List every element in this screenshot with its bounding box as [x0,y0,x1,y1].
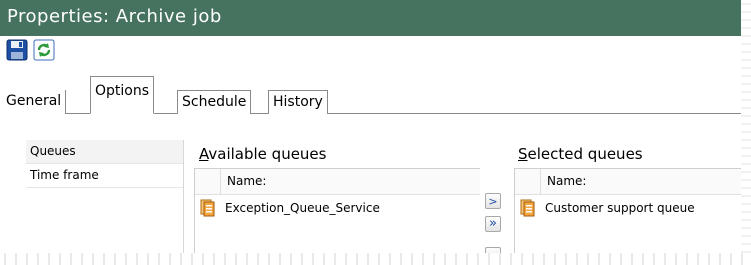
torn-edge-bottom [0,253,751,265]
add-queue-button[interactable]: > [485,193,501,209]
refresh-button[interactable] [33,39,55,61]
window-title: Properties: Archive job [7,6,222,27]
queue-icon [515,195,541,221]
selected-queues-grid: Name: Customer support queue [514,168,742,255]
available-queues-label: Available queues [199,145,327,163]
tab-history[interactable]: History [268,90,328,114]
selected-grid-header: Name: [515,169,742,195]
tab-options[interactable]: Options [90,76,155,114]
available-queue-row[interactable]: Exception_Queue_Service [195,195,480,221]
available-queues-grid: Name: Exception_Queue_Service [194,168,480,255]
tab-general[interactable]: General [0,90,67,114]
available-name-column-header[interactable]: Name: [221,169,266,194]
properties-window: Properties: Archive job General Options … [0,0,742,255]
nav-item-queues[interactable]: Queues [26,140,183,164]
options-nav: Queues Time frame [26,140,184,255]
available-grid-header: Name: [195,169,480,195]
selected-queues-label: Selected queues [518,145,643,163]
selected-queue-row[interactable]: Customer support queue [515,195,742,221]
selected-name-column-header[interactable]: Name: [541,169,586,194]
available-queue-name: Exception_Queue_Service [225,201,380,215]
tab-strip: General Options Schedule History [0,74,742,114]
nav-item-time-frame[interactable]: Time frame [26,164,183,188]
save-button[interactable] [6,39,28,61]
selected-queue-name: Customer support queue [545,201,695,215]
add-all-queues-button[interactable]: » [485,216,501,232]
queue-icon [195,195,221,221]
window-title-bar: Properties: Archive job [0,0,742,36]
tab-schedule[interactable]: Schedule [177,90,252,114]
toolbar [6,39,55,65]
torn-edge-right [741,0,751,265]
